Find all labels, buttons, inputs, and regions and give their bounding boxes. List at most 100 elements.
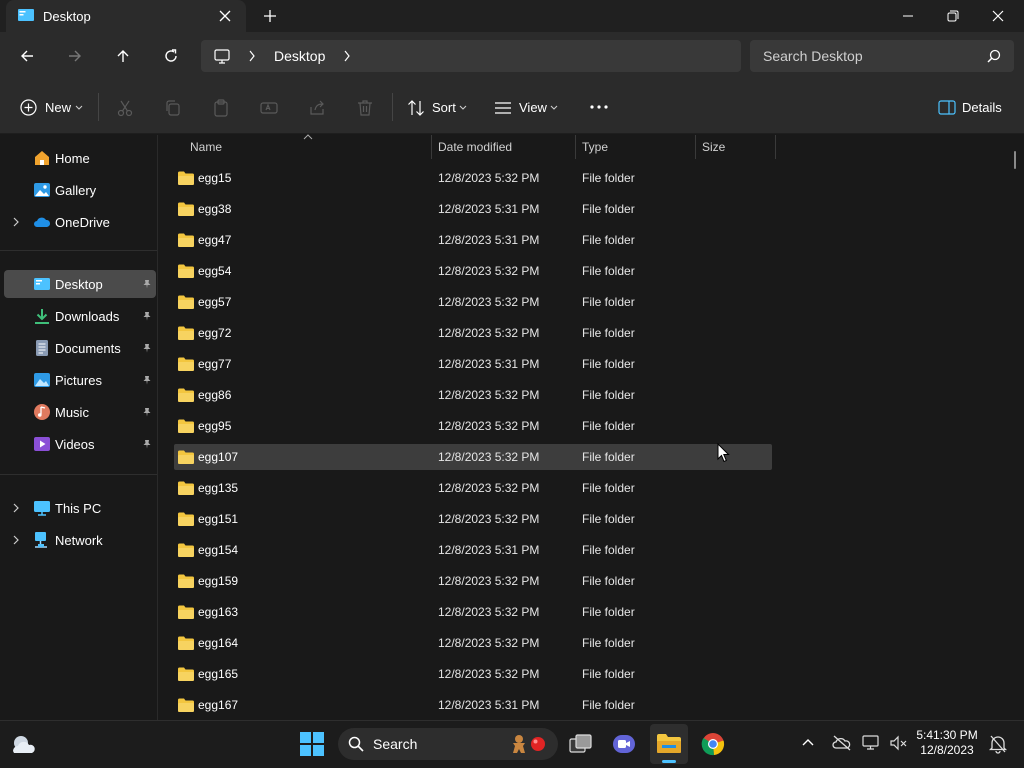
table-row[interactable]: egg54 12/8/2023 5:32 PM File folder xyxy=(174,258,772,284)
sidebar-item-gallery[interactable]: Gallery xyxy=(4,176,156,204)
column-divider[interactable] xyxy=(575,135,576,159)
network-status-icon[interactable] xyxy=(862,734,882,752)
pin-icon[interactable] xyxy=(142,279,152,289)
table-row[interactable]: egg159 12/8/2023 5:32 PM File folder xyxy=(174,568,772,594)
table-row[interactable]: egg38 12/8/2023 5:31 PM File folder xyxy=(174,196,772,222)
view-button[interactable]: View xyxy=(494,99,560,117)
rename-icon[interactable] xyxy=(260,99,278,117)
chevron-right-icon[interactable] xyxy=(248,50,256,62)
new-tab-icon[interactable] xyxy=(262,8,278,24)
column-header-date-modified[interactable]: Date modified xyxy=(438,140,512,154)
chevron-right-icon[interactable] xyxy=(12,217,20,227)
file-name: egg163 xyxy=(198,605,239,619)
table-row[interactable]: egg86 12/8/2023 5:32 PM File folder xyxy=(174,382,772,408)
sidebar-item-label: This PC xyxy=(55,501,102,516)
weather-icon[interactable] xyxy=(10,733,36,755)
more-options-icon[interactable] xyxy=(590,104,608,110)
back-button[interactable] xyxy=(13,42,41,70)
sidebar-item-label: Gallery xyxy=(55,183,97,198)
table-row[interactable]: egg72 12/8/2023 5:32 PM File folder xyxy=(174,320,772,346)
column-divider[interactable] xyxy=(431,135,432,159)
taskbar-search-label: Search xyxy=(373,736,418,752)
table-row[interactable]: egg77 12/8/2023 5:31 PM File folder xyxy=(174,351,772,377)
chevron-right-icon[interactable] xyxy=(343,50,351,62)
minimize-button[interactable] xyxy=(885,0,931,32)
search-icon[interactable] xyxy=(987,49,1001,63)
pin-icon[interactable] xyxy=(142,407,152,417)
chevron-right-icon[interactable] xyxy=(12,503,20,513)
table-row[interactable]: egg154 12/8/2023 5:31 PM File folder xyxy=(174,537,772,563)
sidebar-item-onedrive[interactable]: OneDrive xyxy=(4,208,156,236)
table-row[interactable]: egg57 12/8/2023 5:32 PM File folder xyxy=(174,289,772,315)
system-clock[interactable]: 5:41:30 PM 12/8/2023 xyxy=(912,728,982,758)
pin-icon[interactable] xyxy=(142,311,152,321)
table-row[interactable]: egg164 12/8/2023 5:32 PM File folder xyxy=(174,630,772,656)
table-row[interactable]: egg95 12/8/2023 5:32 PM File folder xyxy=(174,413,772,439)
notification-icon[interactable] xyxy=(988,734,1008,754)
details-pane-icon xyxy=(938,100,956,116)
explorer-tab[interactable]: Desktop xyxy=(6,0,246,32)
refresh-button[interactable] xyxy=(157,42,185,70)
sidebar-item-desktop[interactable]: Desktop xyxy=(4,270,156,298)
search-input[interactable]: Search Desktop xyxy=(750,40,1014,72)
sidebar-item-music[interactable]: Music xyxy=(4,398,156,426)
start-button[interactable] xyxy=(294,728,330,760)
sidebar-item-videos[interactable]: Videos xyxy=(4,430,156,458)
vertical-scrollbar[interactable] xyxy=(1014,151,1016,169)
table-row[interactable]: egg47 12/8/2023 5:31 PM File folder xyxy=(174,227,772,253)
tab-close-icon[interactable] xyxy=(218,9,232,23)
table-row[interactable]: egg107 12/8/2023 5:32 PM File folder xyxy=(174,444,772,470)
forward-button[interactable] xyxy=(61,42,89,70)
documents-icon xyxy=(33,339,51,357)
column-header-name[interactable]: Name xyxy=(190,140,222,154)
pin-icon[interactable] xyxy=(142,439,152,449)
teams-chat-button[interactable] xyxy=(606,728,642,760)
chevron-down-icon xyxy=(75,105,83,111)
file-date-modified: 12/8/2023 5:32 PM xyxy=(438,512,540,526)
table-row[interactable]: egg165 12/8/2023 5:32 PM File folder xyxy=(174,661,772,687)
sidebar-item-documents[interactable]: Documents xyxy=(4,334,156,362)
pin-icon[interactable] xyxy=(142,375,152,385)
file-type: File folder xyxy=(582,202,635,216)
file-type: File folder xyxy=(582,512,635,526)
column-divider[interactable] xyxy=(775,135,776,159)
pin-icon[interactable] xyxy=(142,343,152,353)
paste-icon[interactable] xyxy=(212,99,230,117)
sidebar-item-pictures[interactable]: Pictures xyxy=(4,366,156,394)
chevron-up-icon[interactable] xyxy=(801,737,815,747)
taskbar-search[interactable]: Search xyxy=(338,728,558,760)
volume-muted-icon[interactable] xyxy=(889,734,909,752)
up-button[interactable] xyxy=(109,42,137,70)
close-window-button[interactable] xyxy=(975,0,1021,32)
delete-icon[interactable] xyxy=(356,99,374,117)
copy-icon[interactable] xyxy=(164,99,182,117)
onedrive-offline-icon[interactable] xyxy=(832,735,852,751)
table-row[interactable]: egg167 12/8/2023 5:31 PM File folder xyxy=(174,692,772,718)
file-type: File folder xyxy=(582,605,635,619)
cut-icon[interactable] xyxy=(116,99,134,117)
sidebar-item-network[interactable]: Network xyxy=(4,526,156,554)
share-icon[interactable] xyxy=(308,99,326,117)
sort-button[interactable]: Sort xyxy=(407,99,469,117)
table-row[interactable]: egg135 12/8/2023 5:32 PM File folder xyxy=(174,475,772,501)
breadcrumb-desktop[interactable]: Desktop xyxy=(274,48,325,64)
column-divider[interactable] xyxy=(695,135,696,159)
file-explorer-taskbar-button[interactable] xyxy=(650,724,688,764)
sidebar-item-home[interactable]: Home xyxy=(4,144,156,172)
chrome-button[interactable] xyxy=(695,728,731,760)
chevron-right-icon[interactable] xyxy=(12,535,20,545)
table-row[interactable]: egg163 12/8/2023 5:32 PM File folder xyxy=(174,599,772,625)
file-explorer-icon xyxy=(656,732,682,754)
restore-button[interactable] xyxy=(930,0,976,32)
column-header-type[interactable]: Type xyxy=(582,140,608,154)
column-header-size[interactable]: Size xyxy=(702,140,725,154)
folder-icon xyxy=(178,202,194,216)
new-button[interactable]: New xyxy=(20,99,86,117)
table-row[interactable]: egg15 12/8/2023 5:32 PM File folder xyxy=(174,165,772,191)
address-bar[interactable]: Desktop xyxy=(201,40,741,72)
sidebar-item-downloads[interactable]: Downloads xyxy=(4,302,156,330)
table-row[interactable]: egg151 12/8/2023 5:32 PM File folder xyxy=(174,506,772,532)
sidebar-item-this-pc[interactable]: This PC xyxy=(4,494,156,522)
details-button[interactable]: Details xyxy=(938,99,1008,117)
task-view-button[interactable] xyxy=(563,728,599,760)
